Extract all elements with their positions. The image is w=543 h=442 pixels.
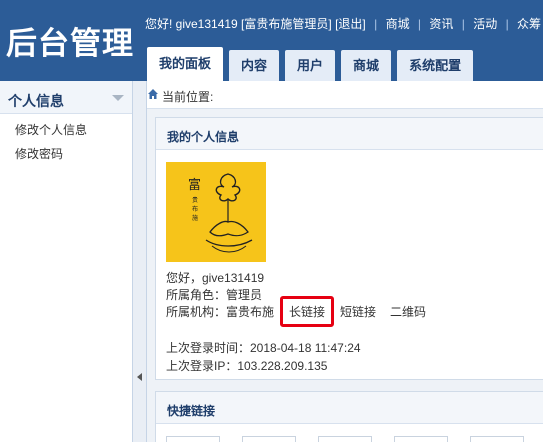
main-content: 当前位置: 我的个人信息 富 贵 布 施 您好，give131419 所属角色：… [147, 81, 543, 442]
user-organization: 所属机构：富贵布施 [166, 305, 275, 319]
top-link-events[interactable]: 活动 [473, 17, 497, 31]
qrcode-link[interactable]: 二维码 [390, 305, 426, 319]
profile-panel-header: 我的个人信息 [156, 118, 543, 150]
sidebar-item-change-password[interactable]: 修改密码 [0, 142, 132, 166]
home-icon [148, 89, 158, 99]
sidebar-header[interactable]: 个人信息 [0, 81, 132, 114]
breadcrumb-label: 当前位置: [162, 90, 214, 104]
chevron-down-icon[interactable] [112, 95, 124, 101]
sidebar-title: 个人信息 [8, 93, 64, 109]
quick-link-tile[interactable] [394, 436, 448, 442]
quick-links-panel: 快捷链接 [155, 391, 543, 442]
short-link[interactable]: 短链接 [340, 305, 376, 319]
quick-link-tile[interactable] [318, 436, 372, 442]
last-login-time: 上次登录时间：2018-04-18 11:47:24 [166, 341, 361, 355]
svg-text:富: 富 [188, 177, 201, 193]
main-tabs: 我的面板 内容 用户 商城 系统配置 [147, 47, 479, 81]
tab-my-panel[interactable]: 我的面板 [147, 47, 224, 81]
profile-panel-title: 我的个人信息 [167, 130, 240, 144]
app-logo: 后台管理 [6, 26, 134, 62]
long-link-highlight: 长链接 [280, 296, 335, 327]
avatar: 富 贵 布 施 [166, 162, 266, 262]
collapse-arrow-icon[interactable] [137, 373, 142, 381]
user-greeting: 您好! give131419 [富贵布施管理员] [145, 17, 332, 31]
user-greeting-text: 您好，give131419 [166, 271, 265, 285]
user-role: 所属角色：管理员 [166, 288, 263, 302]
quick-links-header: 快捷链接 [156, 392, 543, 424]
quick-link-tile[interactable] [470, 436, 524, 442]
svg-text:布: 布 [192, 205, 198, 213]
quick-link-tile[interactable] [166, 436, 220, 442]
tab-system-config[interactable]: 系统配置 [397, 50, 474, 81]
logout-link[interactable]: [退出] [335, 17, 366, 31]
top-link-news[interactable]: 资讯 [429, 17, 453, 31]
last-login-ip: 上次登录IP：103.228.209.135 [166, 359, 328, 373]
quick-link-tile[interactable] [242, 436, 296, 442]
breadcrumb: 当前位置: [147, 81, 543, 109]
tab-mall[interactable]: 商城 [341, 50, 392, 81]
user-organization-row: 所属机构：富贵布施 长链接 短链接 二维码 [166, 296, 426, 327]
sidebar-collapse-handle[interactable] [133, 81, 147, 442]
sidebar-item-edit-profile[interactable]: 修改个人信息 [0, 118, 132, 142]
profile-panel: 我的个人信息 富 贵 布 施 您好，give131419 所属角色：管理员 所属… [155, 117, 543, 380]
svg-text:施: 施 [192, 214, 198, 222]
tab-users[interactable]: 用户 [285, 50, 336, 81]
header: 后台管理 您好! give131419 [富贵布施管理员] [退出] | 商城 … [0, 0, 543, 81]
top-link-crowdfunding[interactable]: 众筹 [517, 17, 541, 31]
top-bar: 您好! give131419 [富贵布施管理员] [退出] | 商城 | 资讯 … [145, 17, 542, 31]
long-link[interactable]: 长链接 [289, 305, 325, 319]
sidebar: 个人信息 修改个人信息 修改密码 [0, 81, 133, 442]
top-link-mall[interactable]: 商城 [386, 17, 410, 31]
tab-content[interactable]: 内容 [229, 50, 280, 81]
lotus-logo-icon: 富 贵 布 施 [188, 173, 253, 253]
quick-links-title: 快捷链接 [167, 404, 216, 418]
svg-text:贵: 贵 [192, 196, 198, 204]
